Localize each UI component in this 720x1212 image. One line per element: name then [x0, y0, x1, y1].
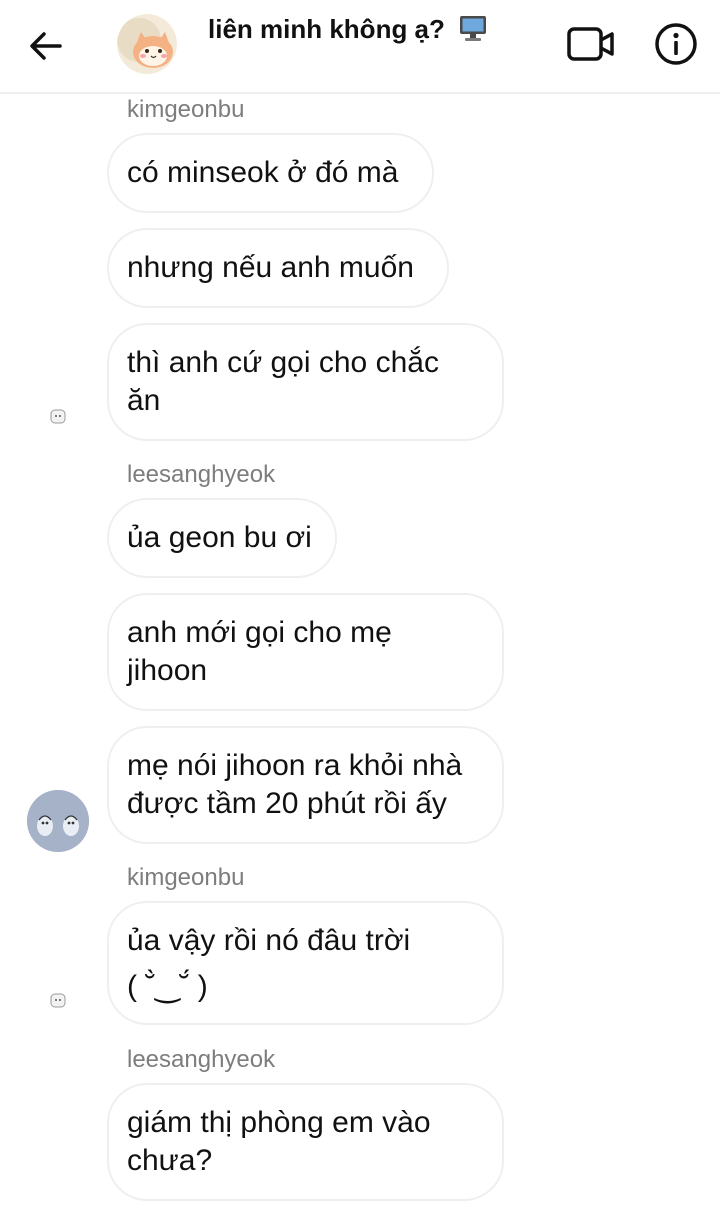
message-bubble[interactable]: ủa vậy rồi nó đâu trời ( ˘̀‿˘́ ) [107, 901, 504, 1025]
back-arrow-icon[interactable] [26, 28, 66, 64]
message-text: mẹ nói jihoon ra khỏi nhà [127, 749, 463, 782]
message-text: chưa? [127, 1144, 213, 1177]
message-text: ủa vậy rồi nó đâu trời [127, 924, 411, 957]
message-bubble[interactable]: thì anh cứ gọi cho chắc ăn [107, 323, 504, 441]
sender-name: kimgeonbu [127, 96, 245, 123]
message-text: ủa geon bu ơi [127, 521, 312, 554]
message-text: có minseok ở đó mà [127, 156, 399, 189]
message-bubble[interactable]: có minseok ở đó mà [107, 133, 434, 213]
message-text: giám thị phòng em vào [127, 1106, 431, 1139]
chat-title-text: liên minh không ạ? [208, 14, 445, 44]
contact-avatar[interactable] [117, 14, 177, 74]
chat-header: liên minh không ạ? [0, 0, 720, 94]
video-call-icon[interactable] [566, 24, 616, 64]
message-text: anh mới gọi cho mẹ [127, 616, 392, 649]
message-text: jihoon [127, 654, 208, 687]
computer-icon [458, 14, 488, 49]
message-text: ăn [127, 384, 161, 417]
sender-avatar-small[interactable] [48, 990, 68, 1010]
message-bubble[interactable]: mẹ nói jihoon ra khỏi nhà được tầm 20 ph… [107, 726, 504, 844]
message-bubble[interactable]: nhưng nếu anh muốn [107, 228, 449, 308]
info-icon[interactable] [654, 22, 698, 66]
chat-title[interactable]: liên minh không ạ? [208, 14, 488, 49]
sender-avatar[interactable] [27, 790, 89, 852]
message-bubble[interactable]: giám thị phòng em vào chưa? [107, 1083, 504, 1201]
message-bubble[interactable]: anh mới gọi cho mẹ jihoon [107, 593, 504, 711]
sender-avatar-small[interactable] [48, 406, 68, 426]
message-bubble[interactable]: ủa geon bu ơi [107, 498, 337, 578]
message-text: được tầm 20 phút rồi ấy [127, 787, 447, 820]
sender-name: leesanghyeok [127, 1046, 276, 1073]
message-text: nhưng nếu anh muốn [127, 251, 414, 284]
sender-name: kimgeonbu [127, 864, 245, 891]
sender-name: leesanghyeok [127, 461, 276, 488]
message-text: ( ˘̀‿˘́ ) [127, 970, 208, 1003]
message-text: thì anh cứ gọi cho chắc [127, 346, 439, 379]
